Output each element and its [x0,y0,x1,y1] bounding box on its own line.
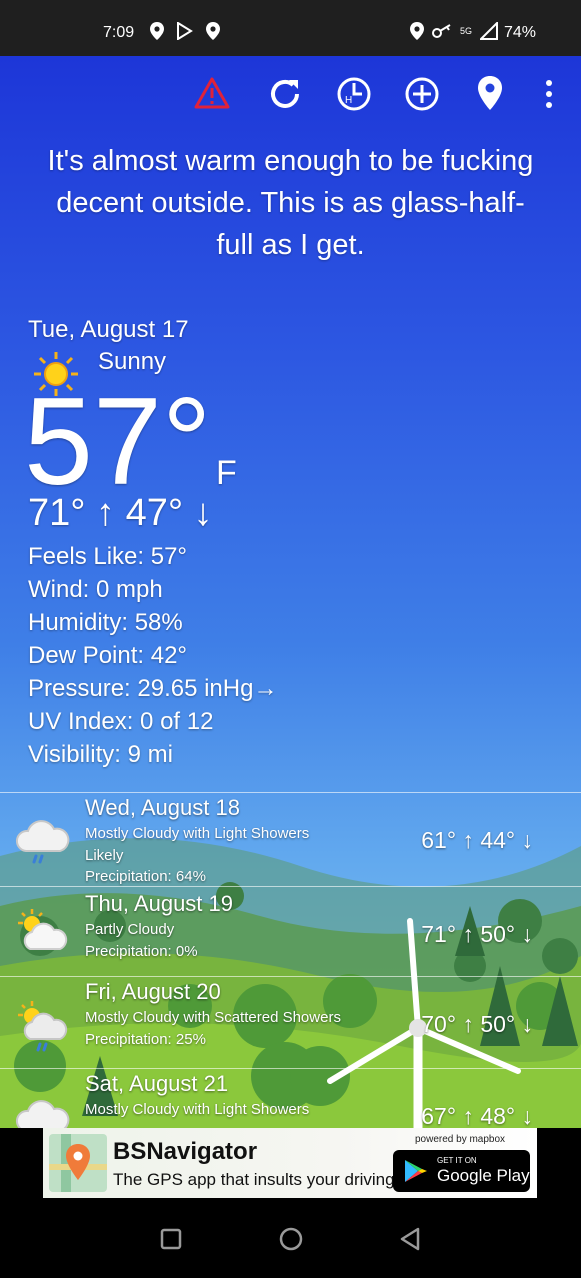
forecast-high-low: 67° ↑ 48° ↓ [421,1103,533,1128]
google-play-icon [405,1160,427,1182]
wind: Wind: 0 mph [28,576,163,603]
pressure: Pressure: 29.65 inHg→ [28,675,278,702]
ad-title: BSNavigator [113,1138,258,1165]
forecast-description-cont: Likely [85,847,124,864]
forecast-precipitation: Precipitation: 0% [85,943,198,960]
status-time: 7:09 [103,24,135,41]
forecast-precipitation: Precipitation: 64% [85,868,206,885]
back-button-icon[interactable] [398,1227,422,1251]
overflow-menu-icon[interactable] [544,76,554,112]
current-high-low: 71° ↑ 47° ↓ [28,492,213,534]
ad-banner[interactable]: BSNavigator The GPS app that insults you… [43,1128,537,1198]
network-label: 5G [460,26,473,36]
ad-subtitle: The GPS app that insults your driving. [113,1170,400,1189]
status-bar: 7:09 5G 74% [0,0,581,56]
forecast-day: Thu, August 19 [85,891,233,916]
forecast-day: Fri, August 20 [85,979,221,1004]
key-icon [432,24,451,38]
navigation-bar [0,1198,581,1278]
forecast-high-low: 70° ↑ 50° ↓ [421,1011,533,1037]
forecast-row[interactable]: Sat, August 21 Mostly Cloudy with Light … [0,1068,581,1128]
recents-button-icon[interactable] [160,1228,182,1250]
cloudy-scattered-showers-icon [18,1001,68,1052]
uv-index: UV Index: 0 of 12 [28,708,214,735]
forecast-description: Mostly Cloudy with Scattered Showers [85,1009,341,1026]
forecast-description: Mostly Cloudy with Light Showers [85,1101,310,1118]
status-right-icons: 5G [410,22,499,40]
cloudy-showers-icon [16,820,70,864]
weather-panel: H It's almost warm enough to be fucking … [0,56,581,1128]
battery-level: 74% [504,24,537,41]
forecast-row[interactable]: Wed, August 18 Mostly Cloudy with Light … [0,792,581,887]
google-play-button[interactable]: GET IT ON Google Play [393,1150,530,1192]
forecast-day: Wed, August 18 [85,795,240,820]
forecast-description: Mostly Cloudy with Light Showers [85,825,310,842]
current-date: Tue, August 17 [28,316,189,343]
temperature-unit: F [216,454,237,492]
partly-cloudy-icon [18,909,68,950]
forecast-day: Sat, August 21 [85,1071,229,1096]
map-pin-icon [49,1134,107,1192]
status-left-icons [150,22,220,40]
google-play-label: Google Play [437,1166,530,1185]
refresh-icon[interactable] [267,76,303,112]
location-icon [150,22,164,40]
toolbar: H [0,76,581,116]
forecast-precipitation: Precipitation: 25% [85,1031,206,1048]
forecast-description: Partly Cloudy [85,921,175,938]
ad-powered-by: powered by mapbox [415,1134,506,1145]
svg-text:H: H [345,95,352,106]
visibility: Visibility: 9 mi [28,741,173,768]
forecast-row[interactable]: Thu, August 19 Partly Cloudy Precipitati… [0,886,581,977]
current-condition: Sunny [98,348,167,375]
home-button-icon[interactable] [279,1227,303,1251]
app-logo [49,1134,107,1192]
history-icon[interactable]: H [336,76,372,112]
forecast-high-low: 71° ↑ 50° ↓ [421,921,533,947]
dew-point: Dew Point: 42° [28,642,188,669]
snarky-headline: It's almost warm enough to be fucking de… [47,145,534,261]
location-pin-icon[interactable] [478,76,502,110]
location-icon [206,22,220,40]
location-icon [410,22,424,40]
forecast-high-low: 61° ↑ 44° ↓ [421,827,533,853]
forecast-row[interactable]: Fri, August 20 Mostly Cloudy with Scatte… [0,976,581,1069]
current-details: Feels Like: 57° Wind: 0 mph Humidity: 58… [28,540,277,771]
get-it-on-label: GET IT ON [437,1156,477,1165]
cloudy-showers-icon [16,1100,70,1128]
add-location-icon[interactable] [404,76,440,112]
signal-icon [480,22,499,40]
play-store-icon [177,22,193,40]
feels-like: Feels Like: 57° [28,543,188,570]
humidity: Humidity: 58% [28,609,183,636]
alert-icon[interactable] [194,76,230,110]
current-temperature: 57° [24,373,212,511]
